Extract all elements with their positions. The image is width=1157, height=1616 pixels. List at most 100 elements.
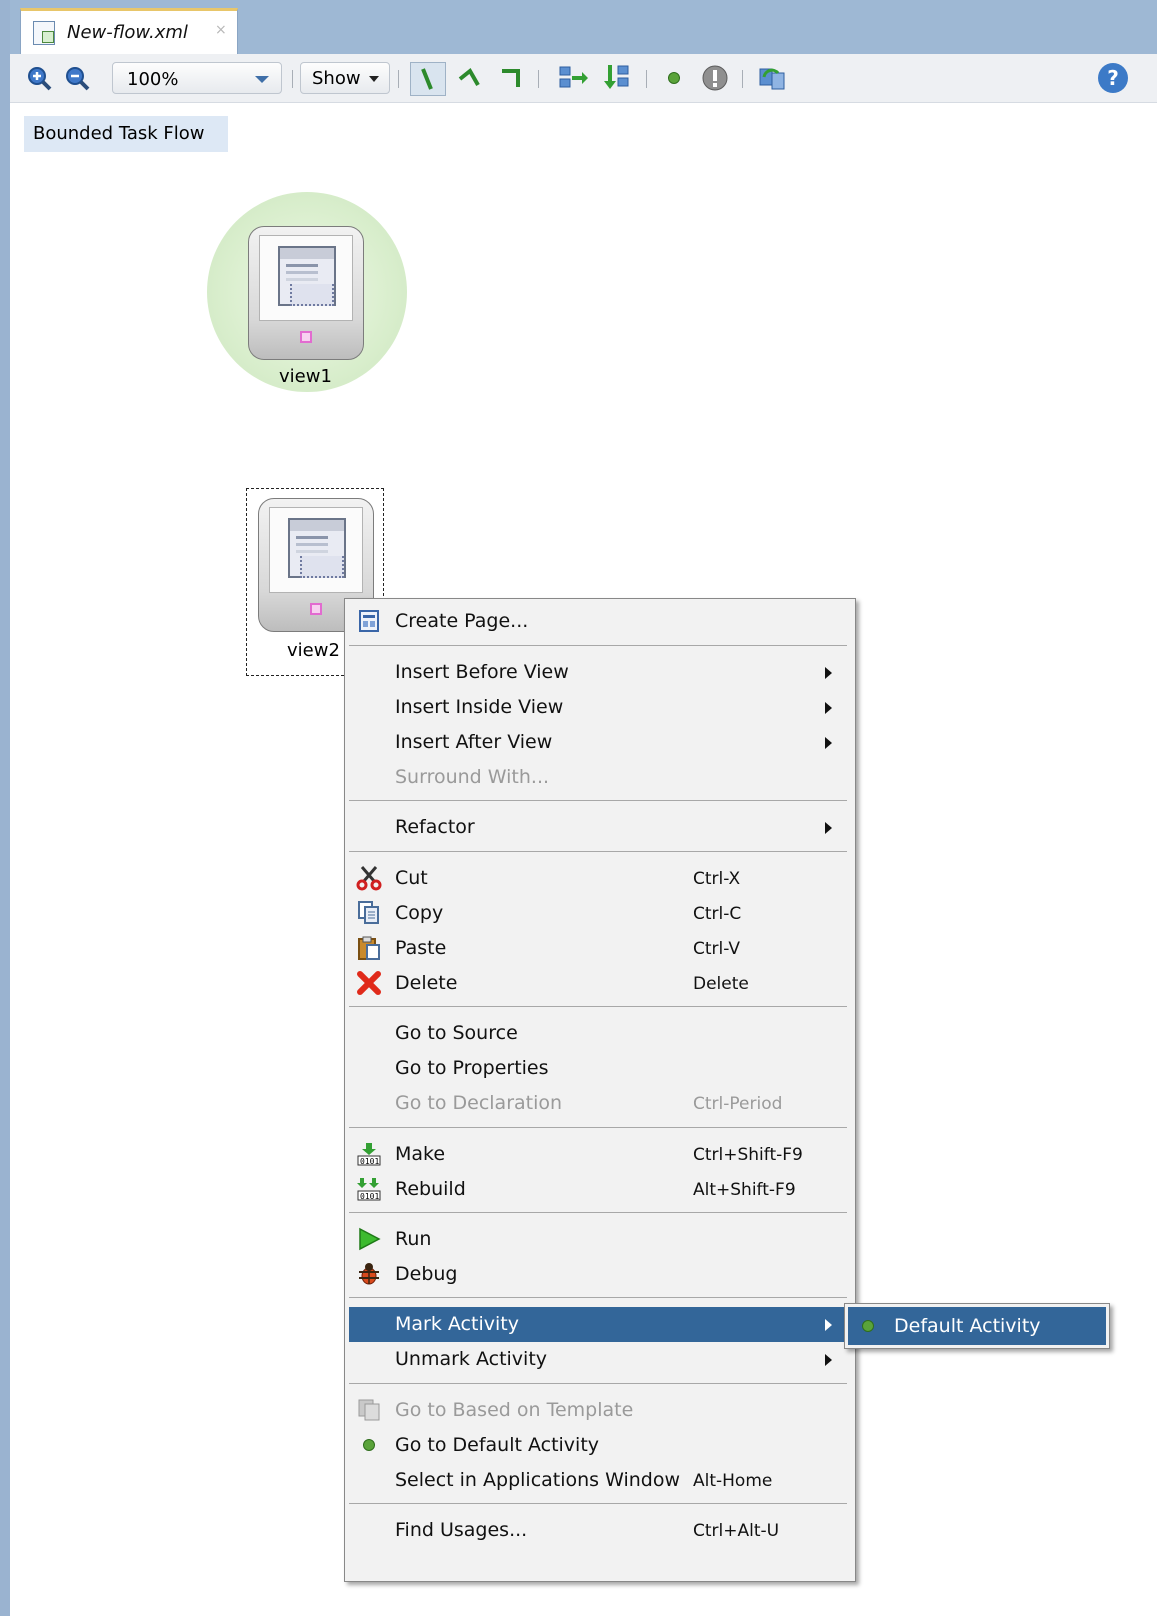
- submenu-item-default-activity[interactable]: Default Activity: [848, 1307, 1106, 1345]
- zoom-level-select[interactable]: 100%: [112, 62, 282, 94]
- menu-item-label: Find Usages...: [395, 1519, 528, 1541]
- default-activity-dot-icon: [855, 1313, 881, 1339]
- straight-line-icon: [421, 68, 433, 90]
- help-icon[interactable]: ?: [1098, 63, 1128, 93]
- menu-separator: [349, 1503, 847, 1504]
- menu-item-paste[interactable]: Paste Ctrl-V: [349, 931, 851, 966]
- menu-item-label: Insert Inside View: [395, 696, 564, 718]
- menu-item-run[interactable]: Run: [349, 1222, 851, 1257]
- shortcut-label: Alt-Home: [693, 1471, 773, 1491]
- zoom-level-value: 100%: [127, 69, 179, 90]
- menu-item-go-to-default-activity[interactable]: Go to Default Activity: [349, 1428, 851, 1463]
- toolbar-separator: [292, 70, 293, 88]
- default-activity-toolbar-button[interactable]: [660, 63, 688, 93]
- svg-text:0101: 0101: [360, 1157, 379, 1166]
- submenu-arrow-icon: [825, 737, 832, 749]
- menu-separator: [349, 851, 847, 852]
- menu-item-go-to-based-on-template: Go to Based on Template: [349, 1393, 851, 1428]
- menu-item-label: Make: [395, 1143, 446, 1165]
- menu-item-mark-activity[interactable]: Mark Activity: [349, 1307, 851, 1342]
- page-icon: [278, 246, 336, 306]
- shortcut-label: Ctrl-X: [693, 869, 741, 889]
- scissors-icon: [356, 865, 382, 891]
- view-preview: [259, 235, 353, 321]
- menu-item-insert-inside-view[interactable]: Insert Inside View: [349, 690, 851, 725]
- toolbar-separator: [646, 70, 647, 88]
- orthogonal-connector-button[interactable]: [494, 63, 528, 93]
- shortcut-label: Alt+Shift-F9: [693, 1180, 796, 1200]
- elbow-line-icon: [458, 67, 480, 86]
- vertical-layout-icon: [604, 65, 629, 89]
- menu-item-label: Insert Before View: [395, 661, 569, 683]
- zoom-in-button[interactable]: [24, 63, 54, 93]
- elbow-connector-button[interactable]: [452, 63, 486, 93]
- default-activity-dot-icon: [668, 72, 680, 84]
- menu-item-copy[interactable]: Copy Ctrl-C: [349, 896, 851, 931]
- menu-item-make[interactable]: 0101 Make Ctrl+Shift-F9: [349, 1137, 851, 1172]
- tab-title: New-flow.xml: [67, 22, 188, 43]
- menu-item-label: Go to Default Activity: [395, 1434, 600, 1456]
- submenu-arrow-icon: [825, 667, 832, 679]
- zoom-in-icon: [28, 67, 52, 91]
- exception-handler-button[interactable]: [698, 63, 732, 93]
- menu-item-label: Mark Activity: [395, 1313, 519, 1335]
- menu-item-cut[interactable]: Cut Ctrl-X: [349, 861, 851, 896]
- editor-left-border: [0, 0, 10, 1616]
- menu-separator: [349, 1006, 847, 1007]
- show-label: Show: [312, 68, 361, 89]
- horizontal-layout-icon: [559, 66, 588, 88]
- menu-item-label: Insert After View: [395, 731, 553, 753]
- submenu-arrow-icon: [825, 1354, 832, 1366]
- menu-item-create-page[interactable]: Create Page...: [349, 604, 851, 639]
- menu-item-unmark-activity[interactable]: Unmark Activity: [349, 1342, 851, 1377]
- activity-label-view2: view2: [287, 640, 340, 661]
- menu-item-label: Cut: [395, 867, 428, 889]
- menu-separator: [349, 645, 847, 646]
- menu-item-label: Unmark Activity: [395, 1348, 548, 1370]
- show-menu-button[interactable]: Show: [300, 62, 390, 94]
- menu-item-label: Debug: [395, 1263, 458, 1285]
- menu-item-go-to-declaration: Go to Declaration Ctrl-Period: [349, 1086, 851, 1121]
- menu-item-find-usages[interactable]: Find Usages... Ctrl+Alt-U: [349, 1513, 851, 1548]
- page-binding-icon: [300, 331, 312, 343]
- menu-item-delete[interactable]: Delete Delete: [349, 966, 851, 1001]
- task-flow-file-icon: [33, 21, 55, 45]
- menu-item-label: Select in Applications Window: [395, 1469, 681, 1491]
- svg-text:0101: 0101: [360, 1192, 379, 1201]
- menu-item-label: Refactor: [395, 816, 475, 838]
- straight-connector-button[interactable]: [410, 62, 446, 96]
- copy-icon: [356, 900, 382, 926]
- menu-separator: [349, 1212, 847, 1213]
- menu-item-go-to-properties[interactable]: Go to Properties: [349, 1051, 851, 1086]
- menu-item-go-to-source[interactable]: Go to Source: [349, 1016, 851, 1051]
- tab-close-icon[interactable]: ×: [215, 22, 227, 38]
- menu-item-insert-after-view[interactable]: Insert After View: [349, 725, 851, 760]
- flow-type-label: Bounded Task Flow: [24, 116, 228, 152]
- menu-item-label: Default Activity: [894, 1315, 1041, 1337]
- menu-item-refactor[interactable]: Refactor: [349, 810, 851, 845]
- activity-label-view1: view1: [279, 366, 332, 387]
- toolbar-separator: [538, 70, 539, 88]
- menu-separator: [349, 1127, 847, 1128]
- run-icon: [356, 1226, 382, 1252]
- menu-item-label: Go to Declaration: [395, 1092, 563, 1114]
- horizontal-layout-button[interactable]: [556, 63, 592, 93]
- menu-item-rebuild[interactable]: 0101 Rebuild Alt+Shift-F9: [349, 1172, 851, 1207]
- zoom-out-button[interactable]: [62, 63, 92, 93]
- menu-item-label: Rebuild: [395, 1178, 466, 1200]
- view-activity-view1[interactable]: [248, 226, 364, 360]
- menu-item-label: Paste: [395, 937, 447, 959]
- rebuild-icon: 0101: [356, 1176, 382, 1202]
- shortcut-label: Delete: [693, 974, 749, 994]
- orthogonal-line-icon: [502, 69, 520, 87]
- shortcut-label: Ctrl-V: [693, 939, 741, 959]
- bug-icon: [356, 1261, 382, 1287]
- menu-item-debug[interactable]: Debug: [349, 1257, 851, 1292]
- menu-item-select-in-applications-window[interactable]: Select in Applications Window Alt-Home: [349, 1463, 851, 1498]
- menu-item-insert-before-view[interactable]: Insert Before View: [349, 655, 851, 690]
- tab-new-flow[interactable]: New-flow.xml ×: [20, 8, 238, 54]
- refresh-button[interactable]: [754, 63, 790, 93]
- vertical-layout-button[interactable]: [600, 63, 636, 93]
- submenu-arrow-icon: [825, 822, 832, 834]
- submenu-arrow-icon: [825, 1319, 832, 1331]
